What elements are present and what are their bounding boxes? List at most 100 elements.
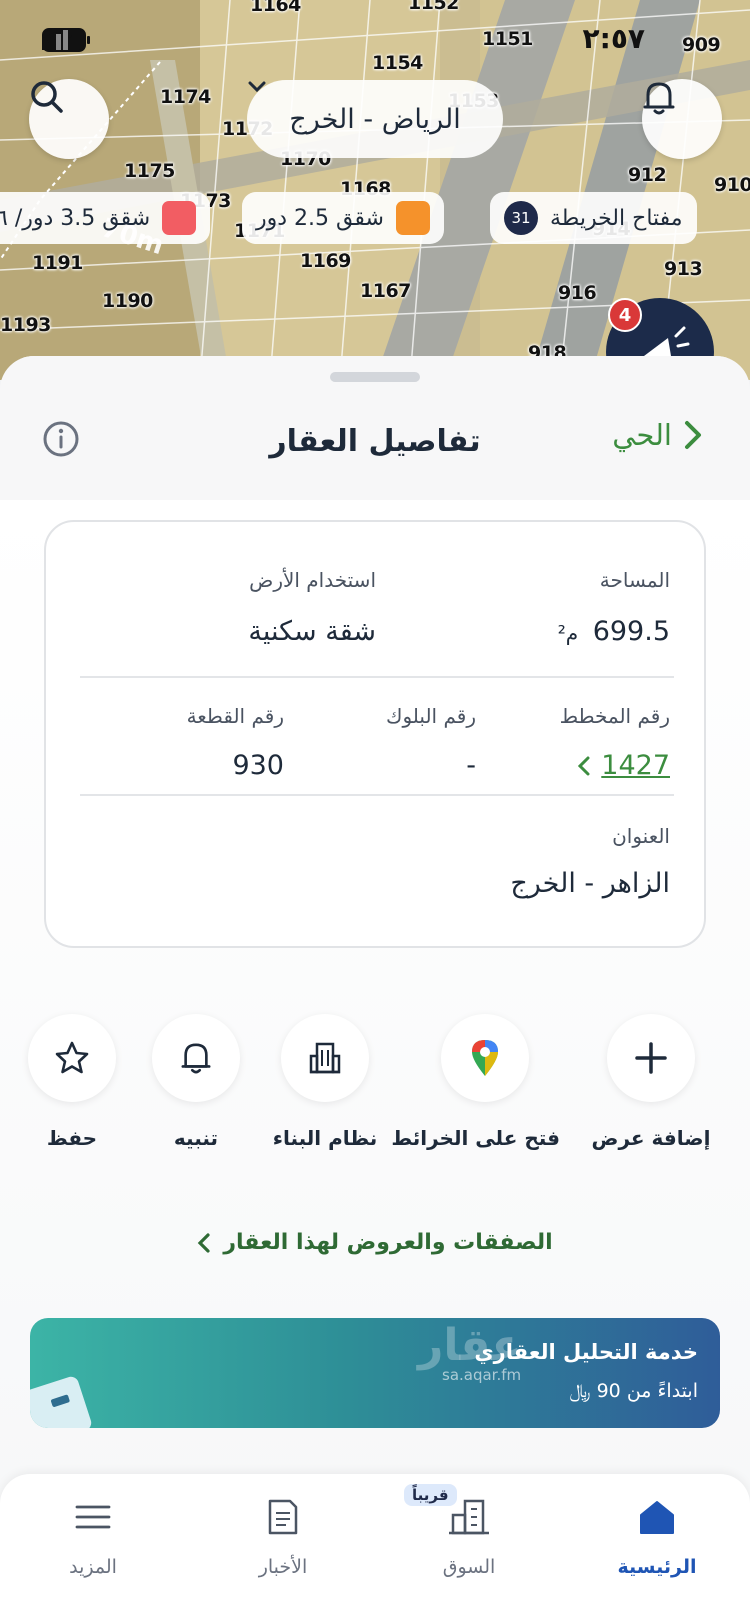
- tab-home-label: الرئيسية: [617, 1556, 697, 1578]
- star-icon: [55, 1041, 89, 1074]
- back-link-label: الحي: [612, 418, 672, 452]
- deals-link-label: الصفقات والعروض لهذا العقار: [223, 1230, 553, 1255]
- tab-home[interactable]: الرئيسية: [592, 1492, 722, 1578]
- open-in-maps-button[interactable]: فتح على الخرائط: [391, 1014, 560, 1150]
- plot-number[interactable]: 1175: [124, 160, 175, 182]
- bell-icon: [643, 82, 675, 115]
- property-details-sheet: تفاصيل العقار الحي المساحة 699.5 م² استخ…: [0, 356, 750, 1623]
- plot-number[interactable]: 916: [558, 282, 597, 304]
- plot-number[interactable]: 1174: [160, 86, 211, 108]
- building-code-circle: [281, 1014, 369, 1102]
- home-icon: [640, 1501, 674, 1534]
- sheet-header: تفاصيل العقار الحي: [0, 356, 750, 500]
- news-icon: [268, 1499, 298, 1535]
- plot-number[interactable]: 913: [664, 258, 703, 280]
- plan-number-label: رقم المخطط: [559, 704, 670, 728]
- plot-number[interactable]: 1167: [360, 280, 411, 302]
- map-key-count: 31: [504, 201, 538, 235]
- plot-number[interactable]: 1164: [250, 0, 301, 16]
- sheet-body: المساحة 699.5 م² استخدام الأرض شقة سكنية…: [0, 500, 750, 1623]
- tab-more-label: المزيد: [69, 1556, 117, 1578]
- map-view[interactable]: 70m 1164 1152 1151 909 1154 1153 1174 11…: [0, 0, 750, 380]
- search-button[interactable]: [29, 79, 109, 159]
- address-value: الزاهر - الخرج: [510, 868, 670, 899]
- city-selector[interactable]: الرياض - الخرج: [247, 80, 503, 158]
- property-details-card: المساحة 699.5 م² استخدام الأرض شقة سكنية…: [44, 520, 706, 948]
- area-value: 699.5: [592, 616, 670, 647]
- sheet-grabber[interactable]: [330, 372, 420, 382]
- area-unit: م²: [557, 621, 579, 645]
- legend-swatch-orange: [395, 201, 430, 235]
- plot-number[interactable]: 1152: [408, 0, 459, 14]
- plot-number[interactable]: 1190: [102, 290, 153, 312]
- deals-and-offers-link[interactable]: الصفقات والعروض لهذا العقار: [0, 1230, 750, 1255]
- tab-market-label: السوق: [442, 1556, 496, 1578]
- building-code-button[interactable]: نظام البناء: [250, 1014, 400, 1150]
- tab-news-label: الأخبار: [258, 1556, 308, 1578]
- plot-number[interactable]: 909: [682, 34, 721, 56]
- plot-number-value: 930: [232, 750, 284, 781]
- plot-number[interactable]: 1151: [482, 28, 533, 50]
- plot-number[interactable]: 1154: [372, 52, 423, 74]
- signal-icon: [42, 30, 68, 50]
- alert-circle: [152, 1014, 240, 1102]
- legend-swatch-red: [162, 201, 197, 235]
- promo-title: خدمة التحليل العقاري: [474, 1340, 698, 1364]
- bell-icon: [181, 1043, 211, 1074]
- analysis-service-banner[interactable]: عقار sa.aqar.fm خدمة التحليل العقاري ابت…: [30, 1318, 720, 1428]
- land-use-label: استخدام الأرض: [249, 568, 376, 592]
- promo-subtitle: ابتداءً من 90 ﷼: [569, 1380, 698, 1402]
- tab-more[interactable]: المزيد: [28, 1492, 158, 1578]
- save-label: حفظ: [46, 1126, 98, 1150]
- add-offer-button[interactable]: إضافة عرض: [576, 1014, 726, 1150]
- menu-icon: [75, 1505, 111, 1529]
- area-value-row: 699.5 م²: [558, 616, 670, 647]
- building-icon: [309, 1042, 341, 1074]
- address-label: العنوان: [612, 824, 670, 848]
- open-in-maps-label: فتح على الخرائط: [391, 1126, 560, 1150]
- bottom-tab-bar: الرئيسية السوق قريباً الأخبار المزيد: [0, 1474, 750, 1623]
- card-divider: [80, 676, 674, 678]
- chevron-down-icon: [248, 81, 266, 93]
- brand-site: sa.aqar.fm: [442, 1366, 522, 1384]
- map-key-chip[interactable]: مفتاح الخريطة 31: [490, 192, 697, 244]
- plot-number[interactable]: 910: [714, 174, 750, 196]
- plan-number-value: 1427: [601, 750, 670, 781]
- legend-chip-3-5-floors[interactable]: شقق 3.5 دور/ ٦: [0, 192, 211, 244]
- chevron-left-icon: [578, 756, 590, 775]
- status-time: ٢:٥٧: [582, 22, 645, 55]
- legend-chip-2-5-floors[interactable]: شقق 2.5 دور: [242, 192, 444, 244]
- building-code-label: نظام البناء: [272, 1126, 378, 1150]
- land-use-value: شقة سكنية: [248, 616, 376, 647]
- add-offer-circle: [607, 1014, 695, 1102]
- save-button[interactable]: حفظ: [0, 1014, 147, 1150]
- neighborhood-back-link[interactable]: الحي: [612, 418, 702, 452]
- chevron-left-icon: [198, 1232, 210, 1253]
- tab-news[interactable]: الأخبار: [218, 1492, 348, 1578]
- map-pin-icon: [472, 1040, 498, 1076]
- save-circle: [28, 1014, 116, 1102]
- chevron-right-icon: [685, 421, 701, 449]
- plot-number[interactable]: 1191: [32, 252, 83, 274]
- plot-number[interactable]: 1169: [300, 250, 351, 272]
- plus-icon: [635, 1042, 667, 1074]
- status-icons: [42, 28, 90, 52]
- plot-number[interactable]: 1193: [0, 314, 51, 336]
- notification-count-badge: 4: [608, 298, 642, 332]
- notifications-button[interactable]: [642, 79, 722, 159]
- plan-number-link[interactable]: 1427: [577, 750, 670, 781]
- city-selector-label: الرياض - الخرج: [289, 103, 461, 135]
- phone-illustration-icon: [30, 1376, 92, 1428]
- block-number-label: رقم البلوك: [385, 704, 476, 728]
- block-number-value: -: [466, 750, 476, 781]
- area-label: المساحة: [599, 568, 670, 592]
- coming-soon-badge: قريباً: [404, 1484, 457, 1506]
- plot-number-label: رقم القطعة: [186, 704, 284, 728]
- plot-number[interactable]: 912: [628, 164, 667, 186]
- search-icon: [31, 81, 63, 113]
- map-key-label: مفتاح الخريطة: [550, 205, 683, 231]
- open-in-maps-circle: [441, 1014, 529, 1102]
- legend-chip-label: شقق 2.5 دور: [256, 205, 384, 231]
- info-icon[interactable]: [42, 420, 80, 458]
- legend-chip-label: شقق 3.5 دور/ ٦: [0, 205, 151, 231]
